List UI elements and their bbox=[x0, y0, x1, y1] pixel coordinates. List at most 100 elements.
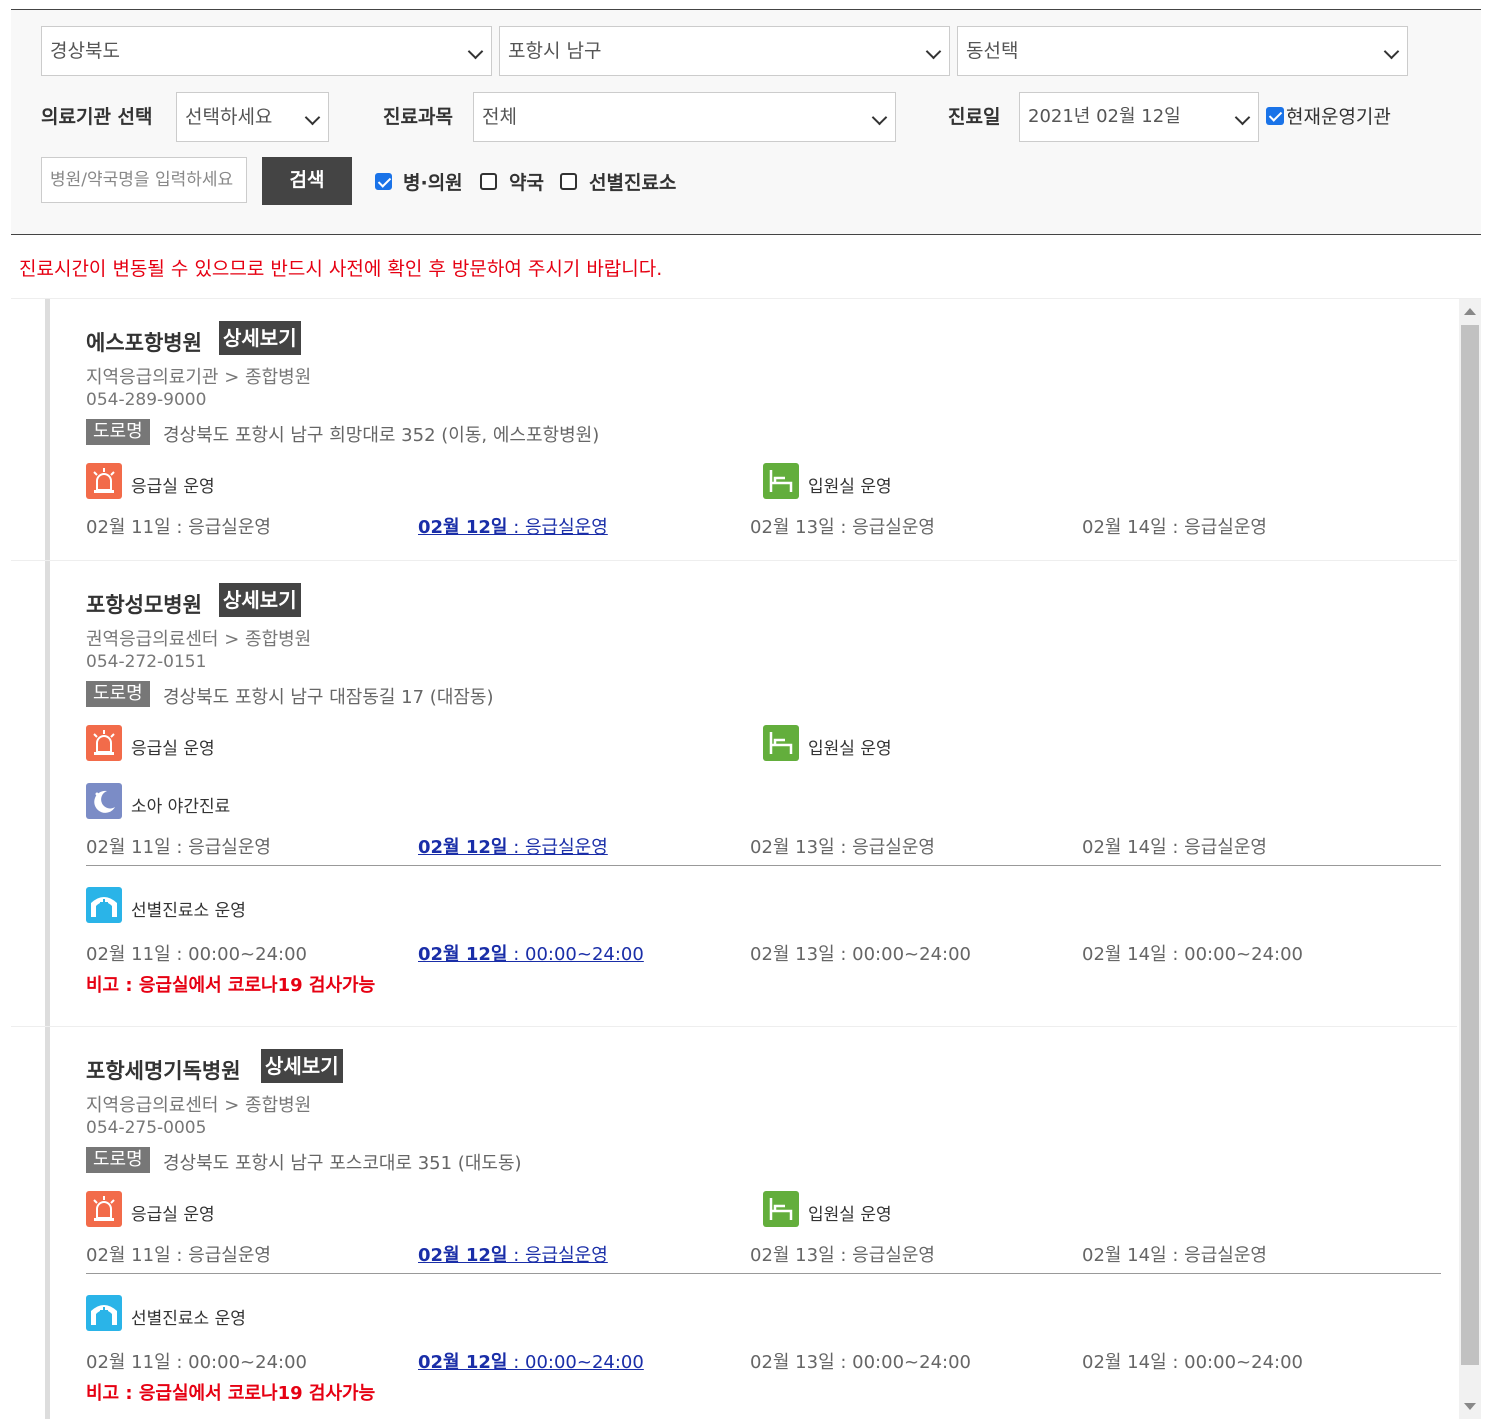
notice-text: 진료시간이 변동될 수 있으므로 반드시 사전에 확인 후 방문하여 주시기 바… bbox=[19, 258, 663, 280]
city-select[interactable]: 포항시 남구 bbox=[499, 26, 950, 76]
schedule-day-3: 02월 13일 : 응급실운영 bbox=[750, 837, 935, 858]
schedule-day-today[interactable]: 02월 12일 : 응급실운영 bbox=[418, 513, 608, 539]
today-status: : 00:00~24:00 bbox=[507, 1352, 644, 1373]
section-divider bbox=[86, 1273, 1441, 1274]
date-label: 진료일 bbox=[948, 106, 1001, 128]
facility-label: 의료기관 선택 bbox=[41, 106, 153, 128]
schedule-day-today[interactable]: 02월 12일 : 응급실운영 bbox=[418, 1241, 608, 1267]
ambulance-siren-icon bbox=[86, 725, 122, 761]
hospital-category: 지역응급의료기관 > 종합병원 bbox=[86, 367, 312, 388]
today-date: 02월 12일 bbox=[418, 944, 508, 965]
hospital-name: 에스포항병원 bbox=[86, 331, 202, 355]
hospital-card: 포항세명기독병원 상세보기 지역응급의료센터 > 종합병원 054-275-00… bbox=[11, 1027, 1457, 1419]
screening-tent-icon bbox=[86, 887, 122, 923]
schedule-day-4: 02월 14일 : 응급실운영 bbox=[1082, 1245, 1267, 1266]
chevron-down-icon bbox=[1234, 109, 1251, 126]
hospital-address: 경상북도 포항시 남구 포스코대로 351 (대도동) bbox=[163, 1153, 522, 1174]
road-badge: 도로명 bbox=[86, 419, 150, 445]
ambulance-siren-icon bbox=[86, 1191, 122, 1227]
bed-service-label: 입원실 운영 bbox=[808, 1205, 892, 1225]
hospital-bed-icon bbox=[763, 463, 799, 499]
department-label: 진료과목 bbox=[383, 106, 453, 128]
detail-button[interactable]: 상세보기 bbox=[261, 1049, 343, 1083]
pharmacy-type-checkbox[interactable] bbox=[480, 173, 497, 190]
today-date: 02월 12일 bbox=[418, 1352, 508, 1373]
province-select[interactable]: 경상북도 bbox=[41, 26, 492, 76]
chevron-down-icon bbox=[925, 43, 942, 60]
clinic-service-label: 선별진료소 운영 bbox=[131, 1309, 246, 1329]
section-divider bbox=[86, 865, 1441, 866]
scroll-down-arrow-icon[interactable] bbox=[1464, 1403, 1476, 1410]
hospital-type-label: 병·의원 bbox=[403, 172, 463, 194]
remark-text: 비고 : 응급실에서 코로나19 검사가능 bbox=[86, 1383, 376, 1404]
clinic-day-4: 02월 14일 : 00:00~24:00 bbox=[1082, 944, 1303, 965]
today-status: : 응급실운영 bbox=[507, 517, 608, 538]
schedule-day-3: 02월 13일 : 응급실운영 bbox=[750, 1245, 935, 1266]
today-status: : 응급실운영 bbox=[507, 837, 608, 858]
today-date: 02월 12일 bbox=[418, 1245, 508, 1266]
province-value: 경상북도 bbox=[50, 40, 120, 62]
bed-service-label: 입원실 운영 bbox=[808, 739, 892, 759]
moon-icon bbox=[86, 783, 122, 819]
hospital-phone: 054-272-0151 bbox=[86, 652, 207, 672]
today-date: 02월 12일 bbox=[418, 517, 508, 538]
road-badge: 도로명 bbox=[86, 1147, 150, 1173]
night-service-label: 소아 야간진료 bbox=[131, 797, 231, 817]
detail-button[interactable]: 상세보기 bbox=[219, 583, 301, 617]
today-status: : 응급실운영 bbox=[507, 1245, 608, 1266]
facility-value: 선택하세요 bbox=[185, 106, 273, 128]
department-value: 전체 bbox=[482, 106, 517, 128]
hospital-category: 권역응급의료센터 > 종합병원 bbox=[86, 629, 312, 650]
er-service-label: 응급실 운영 bbox=[131, 739, 215, 759]
schedule-day-1: 02월 11일 : 응급실운영 bbox=[86, 517, 271, 538]
chevron-down-icon bbox=[1383, 43, 1400, 60]
road-badge: 도로명 bbox=[86, 681, 150, 707]
search-input[interactable]: 병원/약국명을 입력하세요 bbox=[41, 157, 247, 203]
detail-button[interactable]: 상세보기 bbox=[219, 321, 301, 355]
search-panel: 경상북도 포항시 남구 동선택 의료기관 선택 선택하세요 진료과목 전체 진료… bbox=[11, 9, 1481, 235]
hospital-bed-icon bbox=[763, 725, 799, 761]
facility-select[interactable]: 선택하세요 bbox=[176, 92, 329, 142]
scroll-up-arrow-icon[interactable] bbox=[1464, 308, 1476, 315]
clinic-day-today[interactable]: 02월 12일 : 00:00~24:00 bbox=[418, 1348, 644, 1374]
date-value: 2021년 02월 12일 bbox=[1028, 106, 1181, 127]
current-operating-label: 현재운영기관 bbox=[1286, 106, 1391, 128]
chevron-down-icon bbox=[467, 43, 484, 60]
current-operating-checkbox[interactable] bbox=[1266, 107, 1284, 125]
chevron-down-icon bbox=[871, 109, 888, 126]
clinic-day-3: 02월 13일 : 00:00~24:00 bbox=[750, 944, 971, 965]
city-value: 포항시 남구 bbox=[508, 40, 602, 62]
hospital-address: 경상북도 포항시 남구 희망대로 352 (이동, 에스포항병원) bbox=[163, 425, 600, 446]
schedule-day-4: 02월 14일 : 응급실운영 bbox=[1082, 837, 1267, 858]
hospital-address: 경상북도 포항시 남구 대잠동길 17 (대잠동) bbox=[163, 687, 494, 708]
screening-tent-icon bbox=[86, 1295, 122, 1331]
clinic-day-3: 02월 13일 : 00:00~24:00 bbox=[750, 1352, 971, 1373]
schedule-day-4: 02월 14일 : 응급실운영 bbox=[1082, 517, 1267, 538]
search-button[interactable]: 검색 bbox=[262, 157, 352, 205]
department-select[interactable]: 전체 bbox=[473, 92, 896, 142]
schedule-day-3: 02월 13일 : 응급실운영 bbox=[750, 517, 935, 538]
clinic-day-1: 02월 11일 : 00:00~24:00 bbox=[86, 944, 307, 965]
scrollbar[interactable] bbox=[1459, 299, 1481, 1419]
hospital-type-checkbox[interactable] bbox=[375, 173, 392, 190]
hospital-name: 포항성모병원 bbox=[86, 593, 202, 617]
date-select[interactable]: 2021년 02월 12일 bbox=[1019, 92, 1259, 142]
scroll-thumb[interactable] bbox=[1461, 325, 1479, 1365]
dong-select[interactable]: 동선택 bbox=[957, 26, 1408, 76]
hospital-card: 에스포항병원 상세보기 지역응급의료기관 > 종합병원 054-289-9000… bbox=[11, 299, 1457, 561]
today-date: 02월 12일 bbox=[418, 837, 508, 858]
clinic-service-label: 선별진료소 운영 bbox=[131, 901, 246, 921]
results-list[interactable]: 에스포항병원 상세보기 지역응급의료기관 > 종합병원 054-289-9000… bbox=[11, 298, 1481, 1419]
hospital-name: 포항세명기독병원 bbox=[86, 1059, 241, 1083]
hospital-bed-icon bbox=[763, 1191, 799, 1227]
dong-value: 동선택 bbox=[966, 40, 1019, 62]
hospital-phone: 054-275-0005 bbox=[86, 1118, 207, 1138]
hospital-category: 지역응급의료센터 > 종합병원 bbox=[86, 1095, 312, 1116]
hospital-phone: 054-289-9000 bbox=[86, 390, 207, 410]
clinic-day-today[interactable]: 02월 12일 : 00:00~24:00 bbox=[418, 940, 644, 966]
schedule-day-today[interactable]: 02월 12일 : 응급실운영 bbox=[418, 833, 608, 859]
today-status: : 00:00~24:00 bbox=[507, 944, 644, 965]
clinic-type-checkbox[interactable] bbox=[560, 173, 577, 190]
er-service-label: 응급실 운영 bbox=[131, 1205, 215, 1225]
clinic-day-4: 02월 14일 : 00:00~24:00 bbox=[1082, 1352, 1303, 1373]
